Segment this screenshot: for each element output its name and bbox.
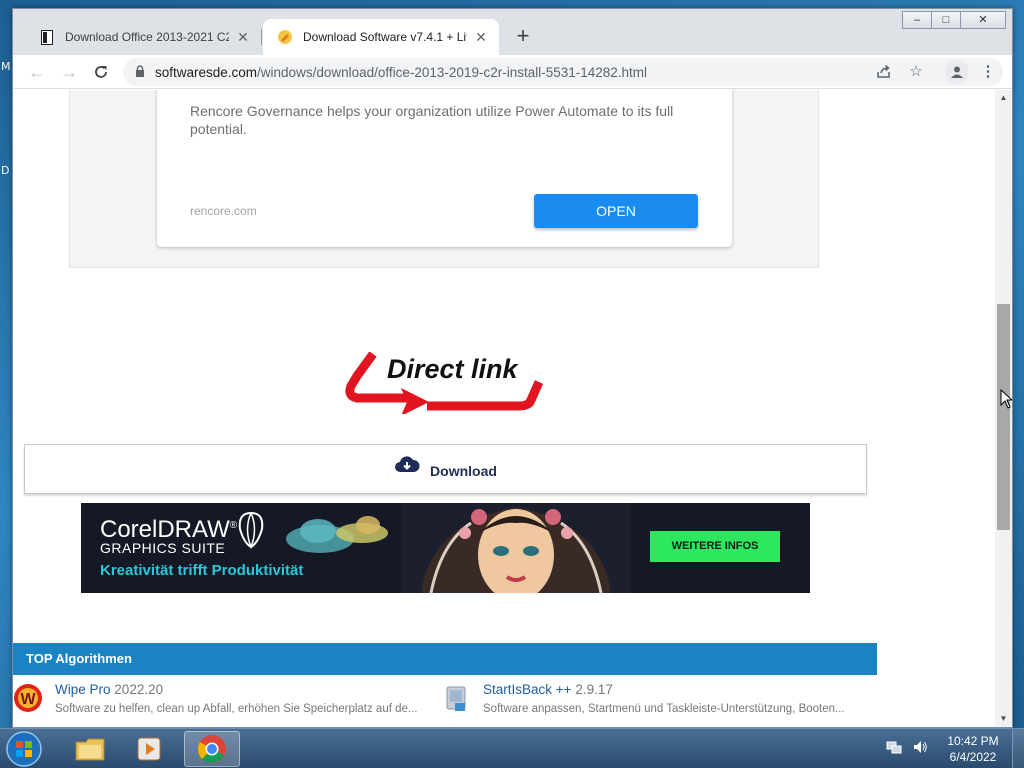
browser-window: Download Office 2013-2021 C2R ✕ Download… [12,8,1013,728]
file-explorer-icon[interactable] [62,731,118,767]
menu-kebab-icon[interactable]: ⋮ [977,61,999,83]
clock-time: 10:42 PM [947,734,999,748]
media-player-icon[interactable] [122,731,178,767]
system-tray [886,739,928,760]
window-controls: – □ ✕ [902,11,1006,29]
forward-icon[interactable]: → [57,61,81,83]
profile-avatar-icon[interactable] [945,60,969,84]
taskbar-clock[interactable]: 10:42 PM 6/4/2022 [940,733,1006,765]
ad-open-button[interactable]: OPEN [534,194,698,228]
lock-icon [135,64,147,80]
close-tab-icon[interactable]: ✕ [473,29,489,46]
pencil-icon [277,29,293,45]
banner-tagline: Kreativität trifft Produktivität [100,562,304,579]
download-button[interactable]: Download [24,444,867,494]
scroll-down-arrow-icon[interactable]: ▼ [995,711,1012,727]
banner-subbrand: GRAPHICS SUITE [100,540,226,556]
tab-office[interactable]: Download Office 2013-2021 C2R ✕ [25,19,261,55]
item-description: Software zu helfen, clean up Abfall, erh… [55,703,418,715]
tab-software[interactable]: Download Software v7.4.1 + Lite ✕ [263,19,499,55]
tab-title: Download Office 2013-2021 C2R [65,30,229,44]
page-viewport: Rencore Governance helps your organizati… [13,90,1012,727]
tab-title: Download Software v7.4.1 + Lite [303,30,467,44]
address-bar[interactable]: softwaresde.com/windows/download/office-… [123,58,1003,86]
scroll-up-arrow-icon[interactable]: ▲ [995,90,1012,106]
balloon-icon [236,511,266,560]
new-tab-button[interactable]: + [511,25,535,49]
direct-link-text: Direct link [387,354,520,384]
clouds-illustration [284,511,394,562]
chrome-icon[interactable] [184,731,240,767]
tab-strip: Download Office 2013-2021 C2R ✕ Download… [13,9,1012,55]
reload-icon[interactable] [89,61,113,83]
maximize-button[interactable]: □ [931,11,961,29]
desktop-edge-text: M [1,60,11,73]
ad-container: Rencore Governance helps your organizati… [69,90,819,268]
show-desktop-button[interactable] [1012,729,1024,768]
desktop-edge-text: D [1,164,10,177]
volume-icon[interactable] [912,739,928,760]
mouse-cursor-icon [1000,388,1014,414]
tab-divider [261,29,262,45]
share-icon[interactable] [873,61,895,83]
scroll-thumb[interactable] [997,304,1010,530]
browser-toolbar: ← → softwaresde.com/windows/download/off… [13,55,1012,89]
direct-link-logo[interactable]: Direct link [343,351,547,416]
minimize-button[interactable]: – [902,11,932,29]
banner-cta-button[interactable]: WEITERE INFOS [650,531,780,562]
start-button[interactable] [4,730,46,768]
woman-illustration [401,503,631,593]
item-name[interactable]: Wipe Pro 2022.20 [55,682,163,697]
ad-domain: rencore.com [190,204,257,218]
item-description: Software anpassen, Startmenü und Tasklei… [483,703,845,715]
ad-text: Rencore Governance helps your organizati… [190,103,674,137]
url-path: /windows/download/office-2013-2019-c2r-i… [257,64,648,80]
cloud-download-icon [394,454,420,479]
wipe-icon: W [13,683,43,713]
ad-card[interactable]: Rencore Governance helps your organizati… [157,90,732,247]
taskbar: 10:42 PM 6/4/2022 [0,728,1024,768]
url-host: softwaresde.com [155,64,258,80]
network-icon[interactable] [886,739,902,760]
page-icon [39,29,55,45]
bookmark-star-icon[interactable]: ☆ [905,61,927,83]
back-icon[interactable]: ← [25,61,49,83]
close-window-button[interactable]: ✕ [960,11,1006,29]
top-section-heading: TOP Algorithmen [13,643,877,675]
clock-date: 6/4/2022 [949,750,997,764]
svg-text:W: W [20,691,36,708]
startisback-icon [441,683,471,713]
item-name[interactable]: StartIsBack ++ 2.9.17 [483,682,613,697]
close-tab-icon[interactable]: ✕ [235,29,251,46]
download-label: Download [430,463,497,479]
corel-ad-banner[interactable]: CorelDRAW® GRAPHICS SUITE Kreativität tr… [81,503,810,593]
